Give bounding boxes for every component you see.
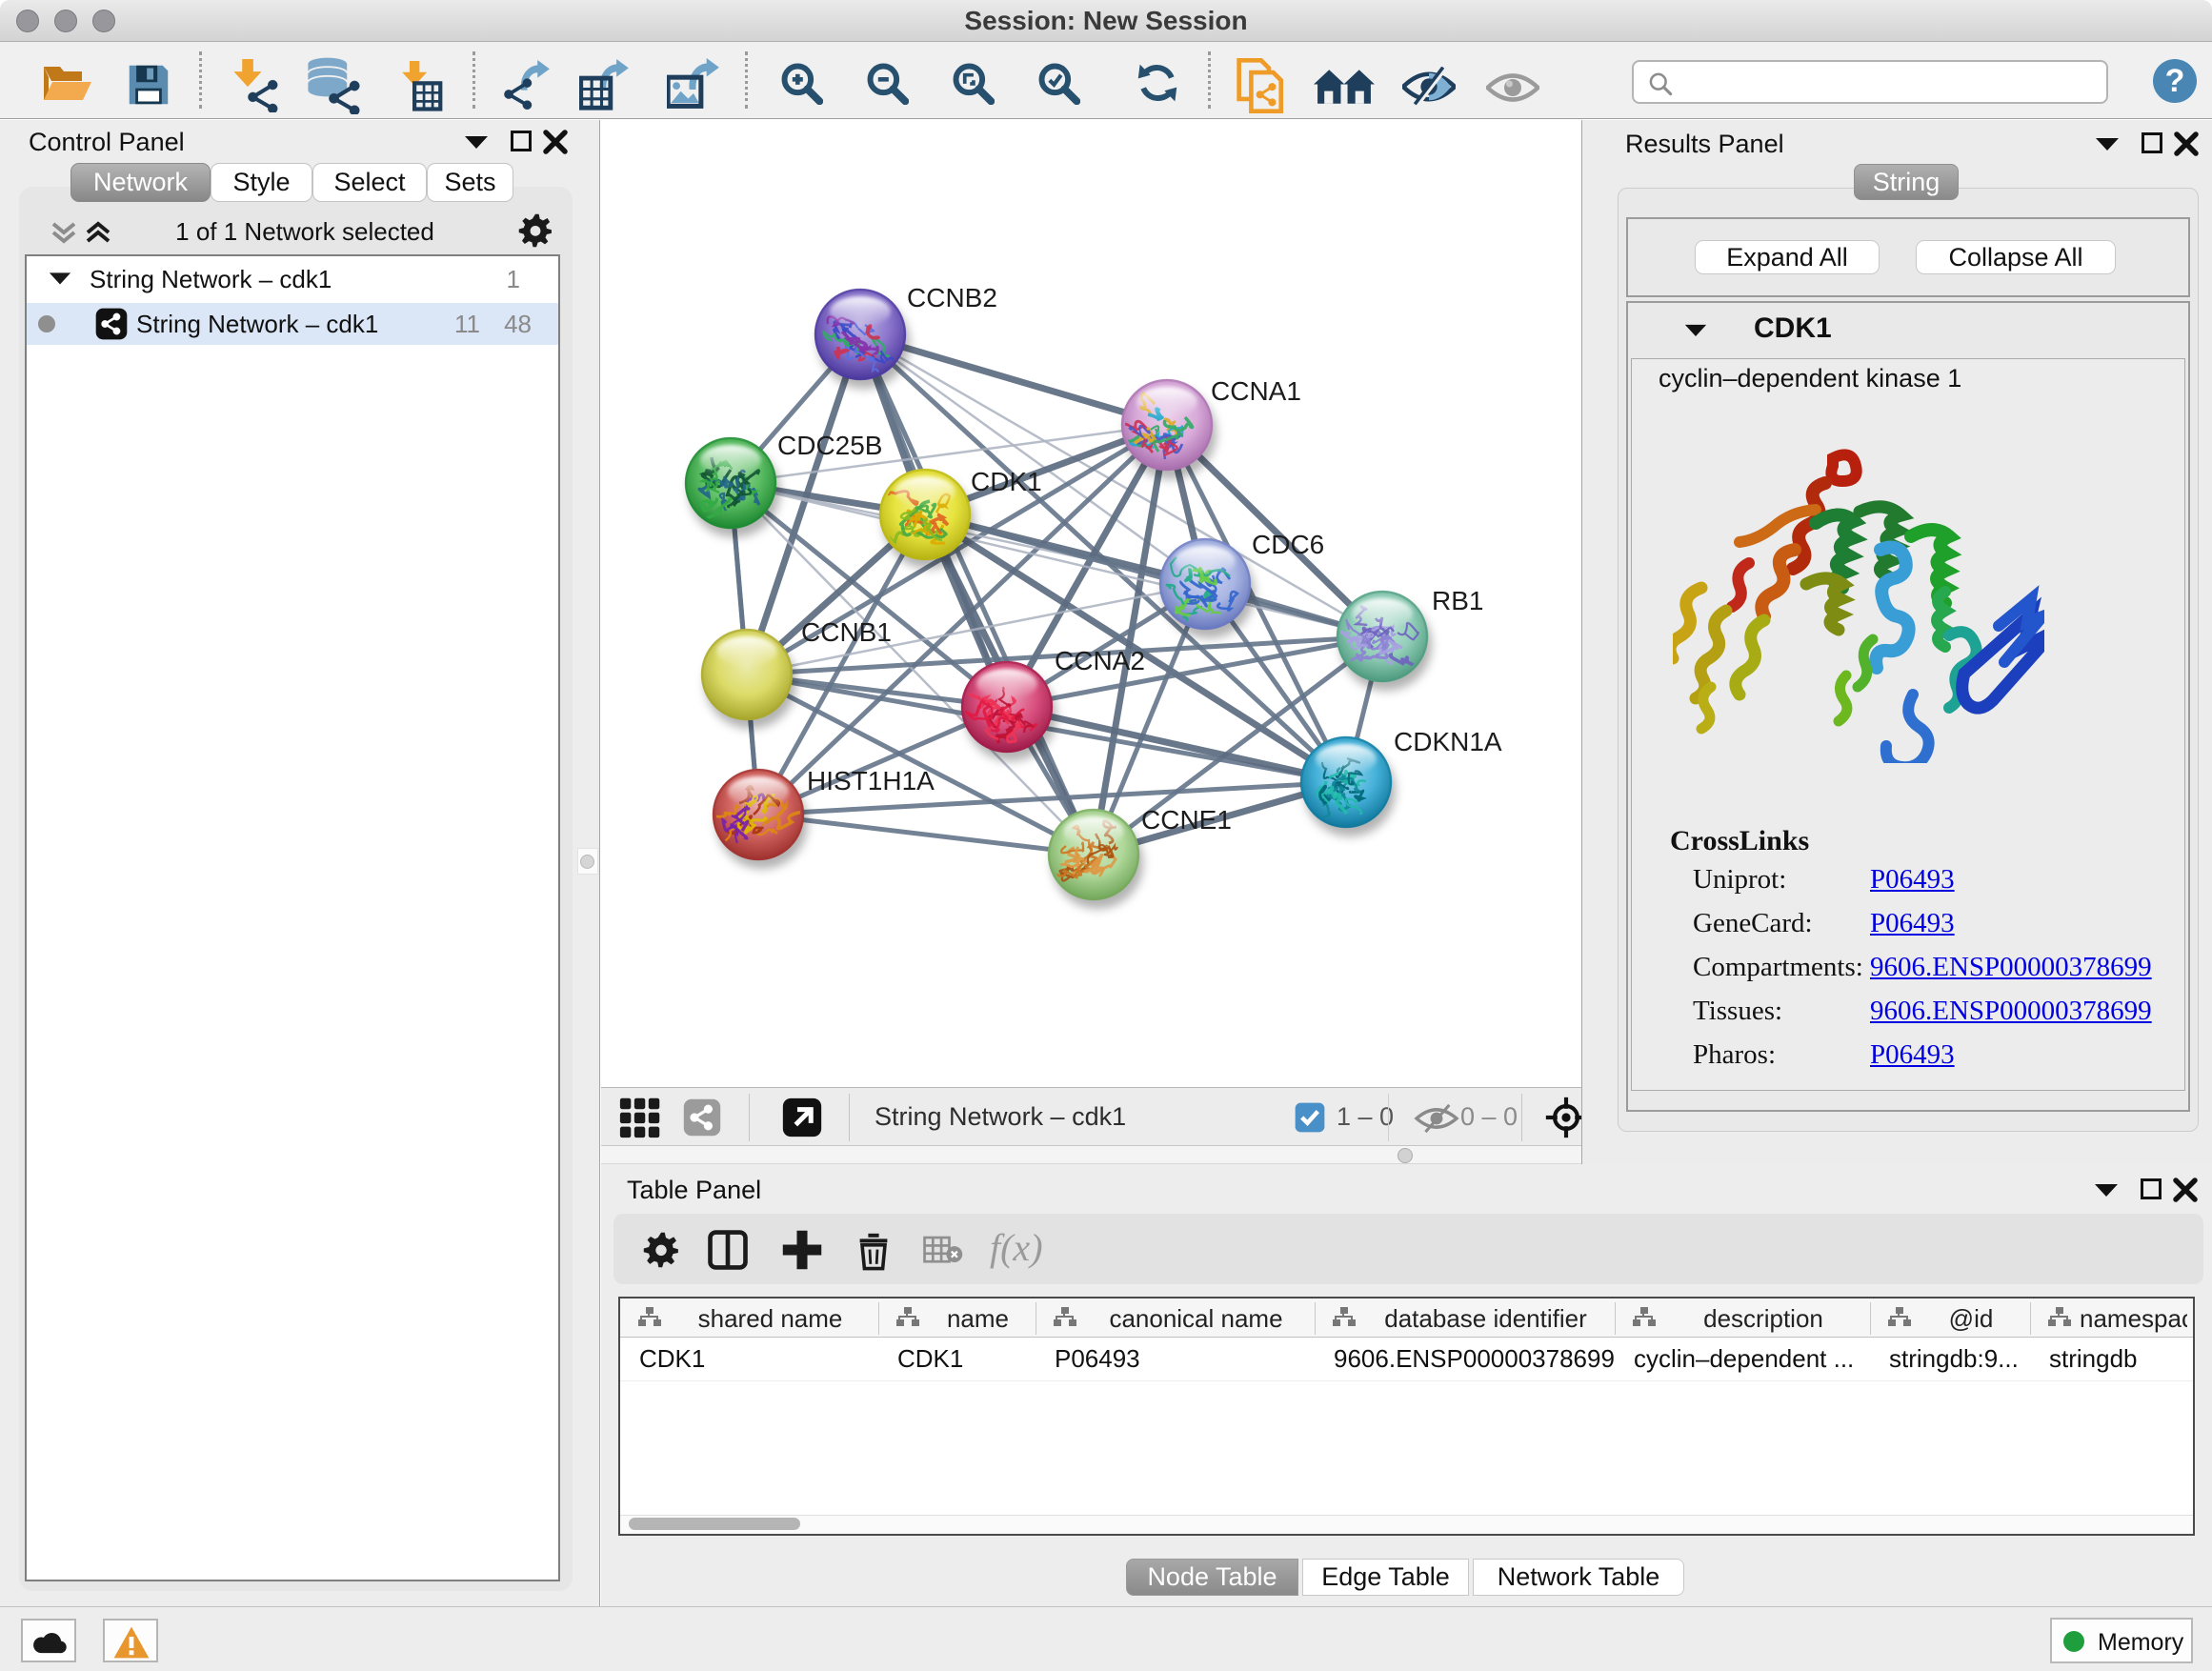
svg-text:CDC6: CDC6 <box>1252 530 1324 559</box>
svg-text:CDC25B: CDC25B <box>777 431 882 460</box>
svg-text:CDK1: CDK1 <box>971 467 1042 496</box>
svg-text:CCNB1: CCNB1 <box>801 617 892 647</box>
svg-text:RB1: RB1 <box>1432 586 1483 615</box>
svg-text:CDKN1A: CDKN1A <box>1394 727 1502 756</box>
svg-text:CCNA2: CCNA2 <box>1055 646 1145 675</box>
svg-text:CCNE1: CCNE1 <box>1141 805 1232 835</box>
svg-text:HIST1H1A: HIST1H1A <box>807 766 935 795</box>
svg-text:CCNB2: CCNB2 <box>907 283 997 312</box>
svg-text:CCNA1: CCNA1 <box>1211 376 1301 406</box>
